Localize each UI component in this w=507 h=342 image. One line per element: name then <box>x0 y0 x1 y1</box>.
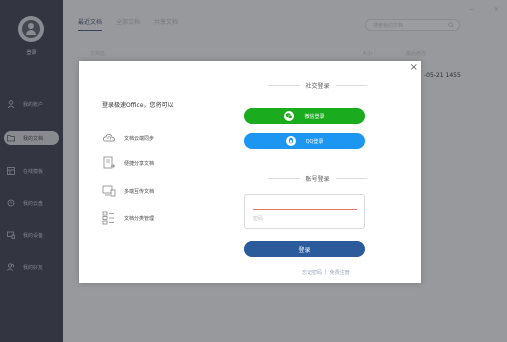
multi-device-icon <box>102 185 116 197</box>
intro-text: 登录极速Office，您将可以 <box>102 102 174 109</box>
wechat-icon <box>284 111 295 121</box>
wechat-login-label: 微信登录 <box>304 113 325 120</box>
feature-label: 多端互传文档 <box>124 188 155 195</box>
forgot-password-link[interactable]: 忘记密码 <box>302 269 322 276</box>
qq-icon <box>285 136 296 146</box>
link-separator: | <box>325 269 327 275</box>
feature-label: 便捷分享文档 <box>124 160 155 167</box>
feature-item: 多端互传文档 <box>102 184 154 198</box>
feature-label: 文档分类管理 <box>124 215 155 222</box>
account-login-title-text: 账号登录 <box>305 176 330 183</box>
qq-login-label: QQ登录 <box>305 138 324 145</box>
login-dialog: × 登录极速Office，您将可以 文档云端同步 便捷分享文档 多端互传文档 文… <box>79 61 421 283</box>
category-icon <box>102 211 114 225</box>
close-icon[interactable]: × <box>410 62 418 73</box>
social-login-title: 社交登录 <box>262 81 373 90</box>
feature-label: 文档云端同步 <box>124 135 155 142</box>
wechat-login-button[interactable]: 微信登录 <box>244 108 365 124</box>
feature-item: 便捷分享文档 <box>102 156 154 170</box>
share-doc-icon <box>103 156 115 169</box>
login-button[interactable]: 登录 <box>244 241 365 257</box>
feature-item: 文档分类管理 <box>102 211 154 225</box>
feature-item: 文档云端同步 <box>102 131 154 145</box>
qq-login-button[interactable]: QQ登录 <box>244 133 365 149</box>
social-login-title-text: 社交登录 <box>305 83 330 90</box>
username-field[interactable] <box>253 209 357 210</box>
account-login-box: 密码 <box>244 194 365 229</box>
account-login-title: 账号登录 <box>262 174 373 183</box>
password-field[interactable]: 密码 <box>253 215 263 222</box>
cloud-sync-icon <box>103 134 115 142</box>
register-link[interactable]: 免费注册 <box>330 269 350 276</box>
bottom-links: 忘记密码 | 免费注册 <box>302 269 350 276</box>
